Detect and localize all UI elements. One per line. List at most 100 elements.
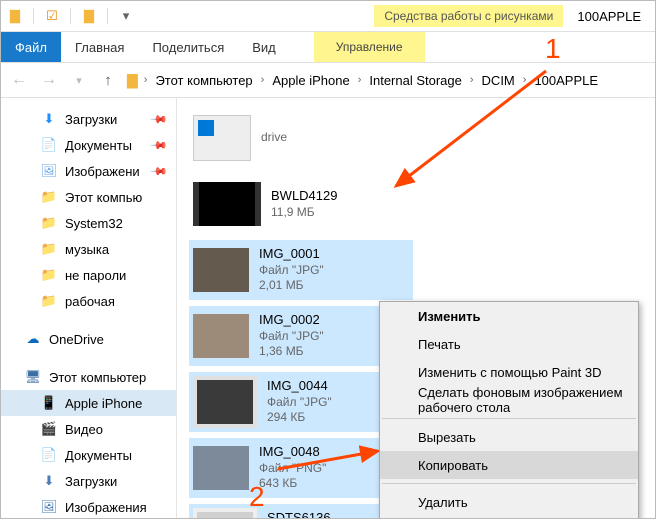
pin-icon: 📌 [150, 136, 169, 155]
folder-icon: 🖼 [41, 163, 57, 179]
sidebar-item-label: не пароли [65, 268, 126, 283]
sidebar-item-label: Документы [65, 138, 132, 153]
breadcrumb-seg[interactable]: Internal Storage [365, 71, 466, 90]
sidebar-item-label: Этот компью [65, 190, 142, 205]
folder-icon: 📄 [41, 137, 57, 153]
file-type: Файл "JPG" [267, 395, 332, 411]
file-name: IMG_0002 [259, 312, 324, 329]
window-title: 100APPLE [563, 9, 655, 24]
context-menu-item[interactable]: Изменить с помощью Paint 3D [380, 358, 638, 386]
file-size: 1,36 МБ [259, 344, 324, 360]
folder-icon: 📁 [41, 267, 57, 283]
sidebar-item-label: Видео [65, 422, 103, 437]
file-item[interactable]: BWLD412911,9 МБ [189, 174, 413, 234]
file-name: BWLD4129 [271, 188, 337, 205]
device-icon: ⬇ [41, 473, 57, 489]
nav-back-button[interactable]: ← [7, 68, 31, 92]
sidebar-item[interactable]: ⬇Загрузки📌 [1, 106, 176, 132]
sidebar-item-label: OneDrive [49, 332, 104, 347]
breadcrumb[interactable]: ▇ › Этот компьютер › Apple iPhone › Inte… [125, 71, 602, 90]
folder-icon: 📁 [41, 293, 57, 309]
device-icon: 🖼 [41, 499, 57, 515]
context-menu-item[interactable]: Печать [380, 330, 638, 358]
file-size: 2,01 МБ [259, 278, 324, 294]
sidebar-item-label: Изображени [65, 164, 140, 179]
folder-icon: 📁 [41, 241, 57, 257]
file-thumbnail [193, 314, 249, 358]
sidebar-item[interactable]: ⬇ Загрузки [1, 468, 176, 494]
file-size: 643 КБ [259, 476, 326, 492]
sidebar-item[interactable]: 📱 Apple iPhone [1, 390, 176, 416]
file-type: Файл "JPG" [259, 263, 324, 279]
chevron-right-icon[interactable]: › [142, 74, 150, 86]
sidebar-item-label: Документы [65, 448, 132, 463]
sidebar-item-label: Apple iPhone [65, 396, 142, 411]
sidebar-onedrive[interactable]: ☁ OneDrive [1, 326, 176, 352]
pin-icon: 📌 [150, 110, 169, 129]
tab-share[interactable]: Поделиться [138, 32, 238, 62]
file-name: IMG_0044 [267, 378, 332, 395]
sidebar-item[interactable]: 📁 не пароли [1, 262, 176, 288]
context-menu-item[interactable]: Сделать фоновым изображением рабочего ст… [380, 386, 638, 414]
breadcrumb-seg[interactable]: 100APPLE [530, 71, 602, 90]
tab-home[interactable]: Главная [61, 32, 138, 62]
qat-dropdown-icon[interactable]: ▾ [118, 8, 134, 24]
nav-pane: ⬇Загрузки📌 📄 Документы 📌 🖼 Изображени 📌 📁 Этот к… [1, 98, 177, 518]
chevron-right-icon[interactable]: › [468, 74, 476, 86]
sidebar-item[interactable]: 📁 рабочая [1, 288, 176, 314]
context-menu-item[interactable]: Копировать [380, 451, 638, 479]
sidebar-item[interactable]: 📁 System32 [1, 210, 176, 236]
sidebar-item-label: рабочая [65, 294, 115, 309]
contextual-tab-label: Средства работы с рисунками [374, 5, 563, 27]
nav-history-dropdown[interactable]: ▾ [67, 68, 91, 92]
file-thumbnail [193, 446, 249, 490]
sidebar-item-label: Загрузки [65, 474, 117, 489]
context-menu-item[interactable]: Вырезать [380, 423, 638, 451]
sidebar-item-label: музыка [65, 242, 109, 257]
folder-icon: 📁 [41, 189, 57, 205]
tab-view[interactable]: Вид [238, 32, 290, 62]
file-type: drive [261, 130, 287, 146]
chevron-right-icon[interactable]: › [356, 74, 364, 86]
breadcrumb-seg[interactable]: Этот компьютер [151, 71, 256, 90]
context-menu-item[interactable]: Изменить [380, 302, 638, 330]
file-size: 11,9 МБ [271, 205, 337, 221]
sidebar-this-pc[interactable]: 🖥 Этот компьютер [1, 364, 176, 390]
check-icon[interactable]: ☑ [44, 8, 60, 24]
sidebar-item[interactable]: 🖼Изображени📌 [1, 158, 176, 184]
breadcrumb-seg[interactable]: DCIM [478, 71, 519, 90]
file-thumbnail [193, 182, 261, 226]
sidebar-item-label: Изображения [65, 500, 147, 515]
file-item[interactable]: drive [189, 108, 413, 168]
sidebar-item[interactable]: 🎬Видео [1, 416, 176, 442]
menu-bar: Файл Главная Поделиться Вид Управление [1, 32, 655, 63]
sidebar-item[interactable]: 📁 музыка [1, 236, 176, 262]
folder-small-icon: ▇ [81, 8, 97, 24]
tab-manage[interactable]: Управление [314, 32, 425, 62]
chevron-right-icon[interactable]: › [259, 74, 267, 86]
device-icon: 📱 [41, 395, 57, 411]
breadcrumb-seg[interactable]: Apple iPhone [268, 71, 353, 90]
folder-icon: 📁 [41, 215, 57, 231]
title-bar: ▇ ☑ ▇ ▾ Средства работы с рисунками 100A… [1, 1, 655, 32]
sidebar-item-label: System32 [65, 216, 123, 231]
sidebar-item[interactable]: 📁 Этот компью [1, 184, 176, 210]
folder-icon: ⬇ [41, 111, 57, 127]
file-name: SDTS6136 [267, 510, 332, 518]
tab-file[interactable]: Файл [1, 32, 61, 62]
address-bar: ← → ▾ ↑ ▇ › Этот компьютер › Apple iPhon… [1, 63, 655, 98]
file-thumbnail [193, 115, 251, 161]
sidebar-item[interactable]: 🖼 Изображения [1, 494, 176, 518]
device-icon: 📄 [41, 447, 57, 463]
chevron-right-icon[interactable]: › [521, 74, 529, 86]
file-type: Файл "JPG" [259, 329, 324, 345]
sidebar-item[interactable]: 📄 Документы 📌 [1, 132, 176, 158]
file-item[interactable]: IMG_0001Файл "JPG"2,01 МБ [189, 240, 413, 300]
sidebar-item[interactable]: 📄 Документы [1, 442, 176, 468]
sidebar-item-label: Этот компьютер [49, 370, 146, 385]
context-menu-item[interactable]: Удалить [380, 488, 638, 516]
file-name: IMG_0001 [259, 246, 324, 263]
file-size: 294 КБ [267, 410, 332, 426]
nav-up-button[interactable]: ↑ [97, 69, 119, 91]
nav-forward-button[interactable]: → [37, 68, 61, 92]
